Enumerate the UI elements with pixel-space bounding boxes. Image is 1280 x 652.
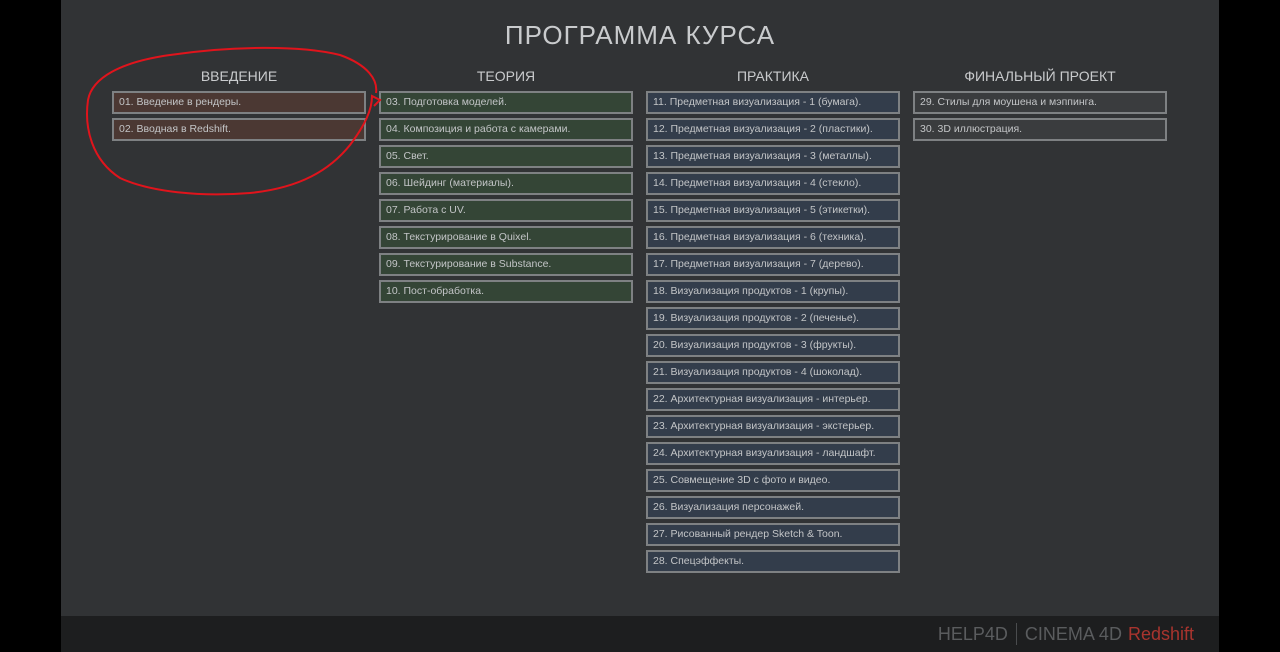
lesson-item-theory: 10. Пост-обработка. (379, 280, 633, 303)
brand-logo: HELP4D CINEMA 4D Redshift (938, 616, 1194, 652)
column-final: 29. Стилы для моушена и мэппинга. 30. 3D … (913, 91, 1167, 145)
brand-cinema4d: CINEMA 4D (1024, 623, 1122, 644)
course-slide: ПРОГРАММА КУРСА ВВЕДЕНИЕ ТЕОРИЯ ПРАКТИКА… (61, 0, 1219, 616)
lesson-item-practice: 12. Предметная визуализация - 2 (пластик… (646, 118, 900, 141)
page-title: ПРОГРАММА КУРСА (504, 20, 776, 50)
lesson-item-theory: 04. Композиция и работа с камерами. (379, 118, 633, 141)
lesson-item-practice: 26. Визуализация персонажей. (646, 496, 900, 519)
lesson-item-practice: 27. Рисованный рендер Sketch & Toon. (646, 523, 900, 546)
lesson-item-practice: 22. Архитектурная визуализация - интерье… (646, 388, 900, 411)
lesson-item-practice: 15. Предметная визуализация - 5 (этикетк… (646, 199, 900, 222)
lesson-item-practice: 21. Визуализация продуктов - 4 (шоколад)… (646, 361, 900, 384)
lesson-item-practice: 28. Спецэффекты. (646, 550, 900, 573)
lesson-item-practice: 25. Совмещение 3D с фото и видео. (646, 469, 900, 492)
lesson-item-theory: 08. Текстурирование в Quixel. (379, 226, 633, 249)
brand-redshift: Redshift (1127, 623, 1194, 644)
lesson-item-practice: 18. Визуализация продуктов - 1 (крупы). (646, 280, 900, 303)
lesson-item-practice: 24. Архитектурная визуализация - ландшаф… (646, 442, 900, 465)
lesson-item-practice: 13. Предметная визуализация - 3 (металлы… (646, 145, 900, 168)
lesson-item-theory: 05. Свет. (379, 145, 633, 168)
lesson-item-theory: 03. Подготовка моделей. (379, 91, 633, 114)
lesson-item-final: 30. 3D иллюстрация. (913, 118, 1167, 141)
column-intro: 01. Введение в рендеры. 02. Вводная в Red… (112, 91, 366, 145)
lesson-item-practice: 23. Архитектурная визуализация - экстерь… (646, 415, 900, 438)
lesson-item-theory: 06. Шейдинг (материалы). (379, 172, 633, 195)
column-heading-theory: ТЕОРИЯ (476, 68, 536, 84)
lesson-item-practice: 20. Визуализация продуктов - 3 (фрукты). (646, 334, 900, 357)
lesson-item-practice: 14. Предметная визуализация - 4 (стекло)… (646, 172, 900, 195)
column-heading-intro: ВВЕДЕНИЕ (200, 68, 278, 84)
column-heading-final: ФИНАЛЬНЫЙ ПРОЕКТ (964, 68, 1116, 84)
lesson-item-intro: 01. Введение в рендеры. (112, 91, 366, 114)
lesson-item-theory: 07. Работа с UV. (379, 199, 633, 222)
brand-divider (1015, 623, 1017, 645)
lesson-item-theory: 09. Текстурирование в Substance. (379, 253, 633, 276)
column-practice: 11. Предметная визуализация - 1 (бумага)… (646, 91, 900, 577)
column-theory: 03. Подготовка моделей. 04. Композиция и … (379, 91, 633, 307)
lesson-item-practice: 19. Визуализация продуктов - 2 (печенье)… (646, 307, 900, 330)
lesson-item-practice: 17. Предметная визуализация - 7 (дерево)… (646, 253, 900, 276)
lesson-item-final: 29. Стилы для моушена и мэппинга. (913, 91, 1167, 114)
column-heading-practice: ПРАКТИКА (736, 68, 810, 84)
lesson-item-intro: 02. Вводная в Redshift. (112, 118, 366, 141)
brand-help4d: HELP4D (937, 623, 1008, 644)
lesson-item-practice: 11. Предметная визуализация - 1 (бумага)… (646, 91, 900, 114)
lesson-item-practice: 16. Предметная визуализация - 6 (техника… (646, 226, 900, 249)
